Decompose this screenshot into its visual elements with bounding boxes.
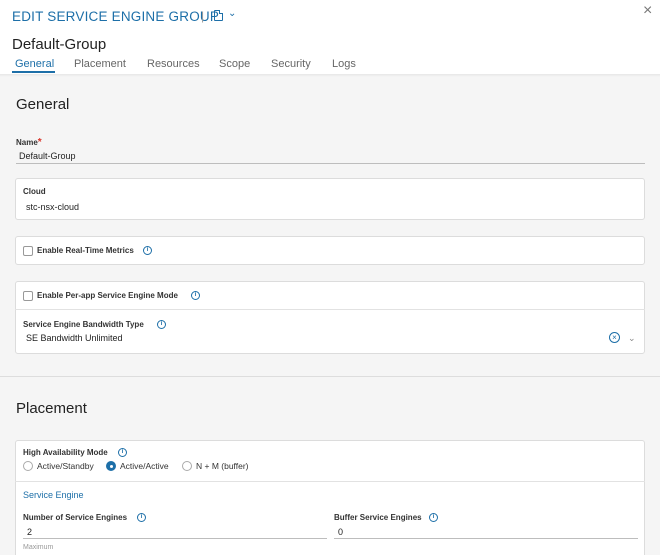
per-app-label: Enable Per-app Service Engine Mode [37, 291, 178, 300]
required-mark: * [37, 137, 42, 148]
realtime-metrics-checkbox[interactable] [23, 246, 33, 256]
modal-header: EDIT SERVICE ENGINE GROUP | ⌄ × Default-… [0, 0, 660, 74]
section-divider [0, 376, 660, 377]
tab-bar: General Placement Resources Scope Securi… [0, 58, 660, 74]
document-icon[interactable] [214, 10, 223, 21]
tab-security[interactable]: Security [271, 58, 311, 70]
ha-radio-active-active[interactable] [106, 461, 116, 471]
realtime-metrics-label: Enable Real-Time Metrics [37, 246, 134, 255]
bandwidth-type-select[interactable]: SE Bandwidth Unlimited [26, 333, 123, 343]
name-label: Name* [16, 137, 42, 148]
num-se-label: Number of Service Engines [23, 513, 128, 522]
ha-radio-label: N + M (buffer) [196, 461, 249, 471]
active-tab-indicator [12, 71, 55, 73]
num-se-input-underline [23, 538, 327, 539]
cloud-value: stc-nsx-cloud [26, 202, 80, 212]
ha-mode-label: High Availability Mode [23, 448, 108, 457]
tab-general[interactable]: General [15, 58, 54, 70]
cloud-card [15, 178, 645, 220]
placement-section-title: Placement [16, 400, 87, 417]
cloud-label: Cloud [23, 187, 46, 196]
per-app-checkbox[interactable] [23, 291, 33, 301]
info-icon[interactable]: i [143, 246, 152, 255]
info-icon[interactable]: i [137, 513, 146, 522]
info-icon[interactable]: i [429, 513, 438, 522]
name-input[interactable]: Default-Group [19, 151, 76, 161]
modal-title: EDIT SERVICE ENGINE GROUP [12, 9, 220, 24]
title-separator: | [201, 9, 205, 23]
card-divider [15, 309, 645, 310]
close-icon[interactable]: × [643, 3, 652, 19]
object-name: Default-Group [12, 36, 107, 53]
ha-radio-active-standby[interactable] [23, 461, 33, 471]
info-icon[interactable]: i [157, 320, 166, 329]
num-se-input[interactable]: 2 [27, 527, 32, 537]
tab-placement[interactable]: Placement [74, 58, 126, 70]
clear-icon[interactable]: × [609, 332, 620, 343]
general-section-title: General [16, 96, 70, 113]
info-icon[interactable]: i [118, 448, 127, 457]
tab-logs[interactable]: Logs [332, 58, 356, 70]
tab-scope[interactable]: Scope [219, 58, 250, 70]
bandwidth-type-label: Service Engine Bandwidth Type [23, 320, 144, 329]
buffer-se-input-underline [334, 538, 638, 539]
name-input-underline [16, 163, 645, 164]
buffer-se-label: Buffer Service Engines [334, 513, 422, 522]
chevron-down-icon[interactable]: ⌄ [628, 333, 636, 344]
ha-radio-label: Active/Standby [37, 461, 94, 471]
tab-resources[interactable]: Resources [147, 58, 200, 70]
ha-radio-n-m-buffer[interactable] [182, 461, 192, 471]
buffer-se-input[interactable]: 0 [338, 527, 343, 537]
ha-radio-label: Active/Active [120, 461, 169, 471]
info-icon[interactable]: i [191, 291, 200, 300]
service-engine-subhead: Service Engine [23, 490, 84, 500]
card-divider [15, 481, 645, 482]
chevron-down-icon[interactable]: ⌄ [228, 8, 236, 19]
header-shadow [0, 74, 660, 77]
num-se-hint: Maximum [23, 544, 54, 551]
